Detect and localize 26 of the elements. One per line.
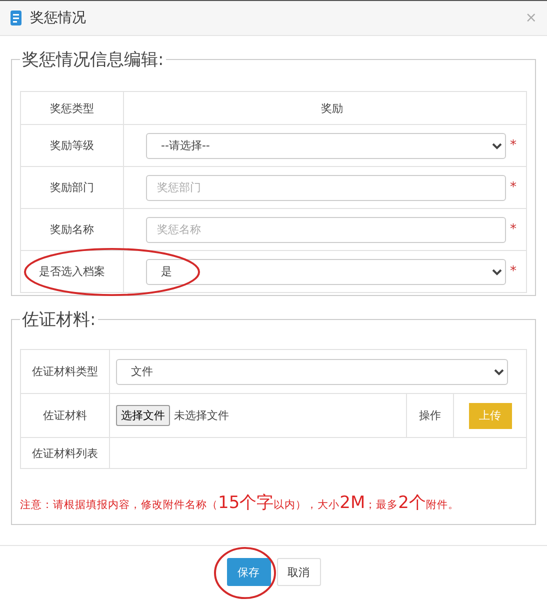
input-field[interactable]: 奖惩部门 — [146, 174, 506, 200]
section-title: 奖惩情况信息编辑: — [21, 49, 165, 71]
dropdown[interactable]: --请选择-- — [146, 132, 506, 158]
field-label: 奖惩类型 — [20, 92, 124, 124]
required-mark: * — [510, 264, 518, 279]
document-icon — [10, 10, 22, 26]
choose-file-button[interactable]: 选择文件 — [116, 405, 170, 426]
cancel-button[interactable]: 取消 — [276, 558, 320, 586]
field-label: 佐证材料类型 — [20, 350, 110, 394]
table-cell: 操作 — [406, 394, 454, 438]
field-label: 佐证材料列表 — [20, 438, 110, 468]
required-mark: * — [510, 138, 518, 153]
required-mark: * — [510, 180, 518, 195]
field-label: 佐证材料 — [20, 394, 110, 438]
field-label: 奖励部门 — [20, 166, 124, 208]
notice-text: 注意：请根据填报内容，修改附件名称（15个字以内），大小2M；最多 2个附件。 — [20, 492, 460, 514]
required-mark: * — [510, 222, 518, 237]
input-field[interactable]: 奖惩名称 — [146, 216, 506, 242]
file-status: 未选择文件 — [174, 408, 229, 423]
field-label: 奖励名称 — [20, 208, 124, 250]
section-title: 佐证材料: — [21, 309, 97, 331]
field-label: 奖励等级 — [20, 124, 124, 166]
window-title: 奖惩情况 — [30, 9, 86, 27]
dropdown[interactable]: 是 — [146, 258, 506, 284]
dropdown[interactable]: 文件 — [116, 358, 508, 384]
table-cell: 奖励 — [124, 92, 526, 124]
